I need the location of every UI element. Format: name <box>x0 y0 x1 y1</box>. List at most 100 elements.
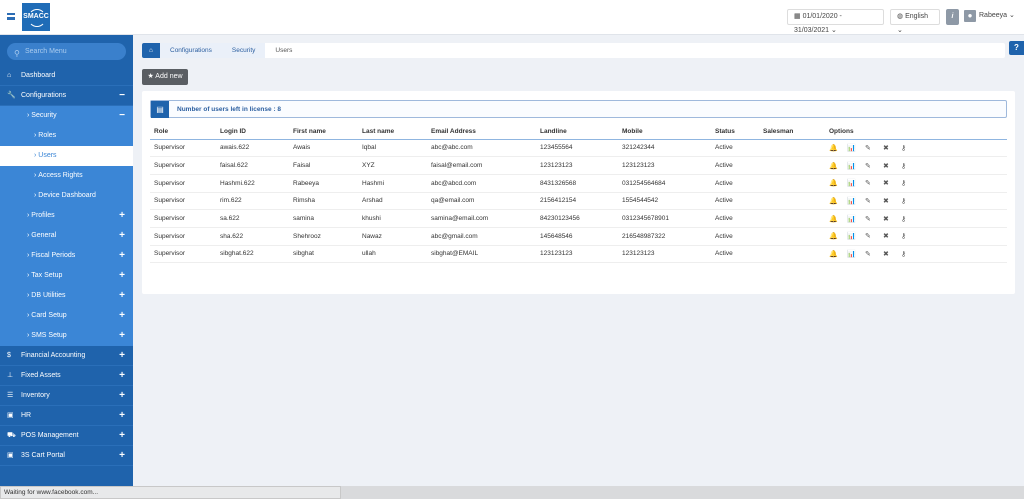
row-options: 🔔 📊 ✎ ✖ ⚷ <box>825 156 1007 175</box>
delete-icon[interactable]: ✖ <box>883 144 901 152</box>
edit-icon[interactable]: ✎ <box>865 250 883 258</box>
expand-icon[interactable]: + <box>119 326 125 346</box>
edit-icon[interactable]: ✎ <box>865 179 883 187</box>
key-icon[interactable]: ⚷ <box>901 250 919 258</box>
sidebar-item-access-rights[interactable]: › Access Rights <box>0 166 133 186</box>
sidebar-item-label: 3S Cart Portal <box>21 452 65 459</box>
chart-icon[interactable]: 📊 <box>847 179 865 187</box>
sidebar-item-roles[interactable]: › Roles <box>0 126 133 146</box>
column-header-email-address[interactable]: Email Address <box>427 125 536 140</box>
expand-icon[interactable]: + <box>119 226 125 246</box>
edit-icon[interactable]: ✎ <box>865 144 883 152</box>
sidebar-item-financial-accounting[interactable]: $ Financial Accounting + <box>0 346 133 366</box>
chart-icon[interactable]: 📊 <box>847 197 865 205</box>
breadcrumb-security[interactable]: Security <box>221 43 266 58</box>
user-menu[interactable]: Rabeeya ⌄ <box>979 10 1015 22</box>
delete-icon[interactable]: ✖ <box>883 197 901 205</box>
info-button[interactable]: i <box>946 9 959 25</box>
search-menu-input[interactable]: ⚲ Search Menu <box>7 43 126 60</box>
sidebar-item-profiles[interactable]: › Profiles + <box>0 206 133 226</box>
delete-icon[interactable]: ✖ <box>883 162 901 170</box>
cell-status: Active <box>711 245 759 264</box>
language-selector[interactable]: ◍ English ⌄ <box>890 9 940 34</box>
menu-toggle-icon[interactable] <box>7 13 15 20</box>
key-icon[interactable]: ⚷ <box>901 215 919 223</box>
column-header-role[interactable]: Role <box>150 125 216 140</box>
sidebar-item-hr[interactable]: ▣ HR + <box>0 406 133 426</box>
chart-icon[interactable]: 📊 <box>847 162 865 170</box>
edit-icon[interactable]: ✎ <box>865 162 883 170</box>
expand-icon[interactable]: + <box>119 306 125 326</box>
bell-icon[interactable]: 🔔 <box>829 144 847 152</box>
sidebar-item-inventory[interactable]: ☰ Inventory + <box>0 386 133 406</box>
sidebar-item-card-setup[interactable]: › Card Setup + <box>0 306 133 326</box>
cell-status: Active <box>711 156 759 175</box>
delete-icon[interactable]: ✖ <box>883 215 901 223</box>
sidebar-item-db-utilities[interactable]: › DB Utilities + <box>0 286 133 306</box>
date-range-picker[interactable]: ▦ 01/01/2020 - 31/03/2021 ⌄ <box>787 9 884 34</box>
key-icon[interactable]: ⚷ <box>901 144 919 152</box>
sidebar-item-sms-setup[interactable]: › SMS Setup + <box>0 326 133 346</box>
expand-icon[interactable]: + <box>119 346 125 366</box>
sidebar-item-tax-setup[interactable]: › Tax Setup + <box>0 266 133 286</box>
bell-icon[interactable]: 🔔 <box>829 250 847 258</box>
key-icon[interactable]: ⚷ <box>901 197 919 205</box>
sidebar-item-users[interactable]: › Users <box>0 146 133 166</box>
expand-icon[interactable]: + <box>119 446 125 466</box>
sidebar-item-general[interactable]: › General + <box>0 226 133 246</box>
chart-icon[interactable]: 📊 <box>847 232 865 240</box>
bell-icon[interactable]: 🔔 <box>829 179 847 187</box>
column-header-mobile[interactable]: Mobile <box>618 125 711 140</box>
user-avatar-icon[interactable]: ● <box>964 10 976 22</box>
cell-salesman <box>759 156 825 175</box>
sidebar-item-dashboard[interactable]: ⌂ Dashboard <box>0 66 133 86</box>
column-header-salesman[interactable]: Salesman <box>759 125 825 140</box>
expand-icon[interactable]: + <box>119 386 125 406</box>
collapse-icon[interactable]: − <box>119 86 125 106</box>
sidebar: ⚲ Search Menu ⌂ Dashboard 🔧 Configurations − ›… <box>0 35 133 486</box>
bell-icon[interactable]: 🔔 <box>829 197 847 205</box>
chart-icon[interactable]: 📊 <box>847 215 865 223</box>
column-header-landline[interactable]: Landline <box>536 125 618 140</box>
delete-icon[interactable]: ✖ <box>883 250 901 258</box>
smacc-logo[interactable]: SMACC <box>22 3 50 31</box>
sidebar-item-configurations[interactable]: 🔧 Configurations − <box>0 86 133 106</box>
delete-icon[interactable]: ✖ <box>883 179 901 187</box>
column-header-first-name[interactable]: First name <box>289 125 358 140</box>
sidebar-item-device-dashboard[interactable]: › Device Dashboard <box>0 186 133 206</box>
sidebar-item-pos-management[interactable]: ⛟ POS Management + <box>0 426 133 446</box>
expand-icon[interactable]: + <box>119 406 125 426</box>
add-new-button[interactable]: ★ Add new <box>142 69 188 85</box>
column-header-login-id[interactable]: Login ID <box>216 125 289 140</box>
key-icon[interactable]: ⚷ <box>901 232 919 240</box>
expand-icon[interactable]: + <box>119 426 125 446</box>
expand-icon[interactable]: + <box>119 366 125 386</box>
sidebar-item-security[interactable]: › Security − <box>0 106 133 126</box>
sidebar-item-3s-cart-portal[interactable]: ▣ 3S Cart Portal + <box>0 446 133 466</box>
expand-icon[interactable]: + <box>119 266 125 286</box>
help-button[interactable]: ? <box>1009 41 1024 55</box>
expand-icon[interactable]: + <box>119 286 125 306</box>
home-icon[interactable]: ⌂ <box>142 43 160 58</box>
bell-icon[interactable]: 🔔 <box>829 232 847 240</box>
column-header-status[interactable]: Status <box>711 125 759 140</box>
cell-email-address: faisal@email.com <box>427 156 536 175</box>
expand-icon[interactable]: + <box>119 206 125 226</box>
bell-icon[interactable]: 🔔 <box>829 215 847 223</box>
chart-icon[interactable]: 📊 <box>847 144 865 152</box>
key-icon[interactable]: ⚷ <box>901 179 919 187</box>
column-header-options[interactable]: Options <box>825 125 1007 140</box>
bell-icon[interactable]: 🔔 <box>829 162 847 170</box>
sidebar-item-fixed-assets[interactable]: ⊥ Fixed Assets + <box>0 366 133 386</box>
collapse-icon[interactable]: − <box>119 106 125 126</box>
sidebar-item-fiscal-periods[interactable]: › Fiscal Periods + <box>0 246 133 266</box>
breadcrumb-configurations[interactable]: Configurations <box>160 43 222 58</box>
edit-icon[interactable]: ✎ <box>865 197 883 205</box>
edit-icon[interactable]: ✎ <box>865 215 883 223</box>
key-icon[interactable]: ⚷ <box>901 162 919 170</box>
column-header-last-name[interactable]: Last name <box>358 125 427 140</box>
delete-icon[interactable]: ✖ <box>883 232 901 240</box>
chart-icon[interactable]: 📊 <box>847 250 865 258</box>
edit-icon[interactable]: ✎ <box>865 232 883 240</box>
expand-icon[interactable]: + <box>119 246 125 266</box>
